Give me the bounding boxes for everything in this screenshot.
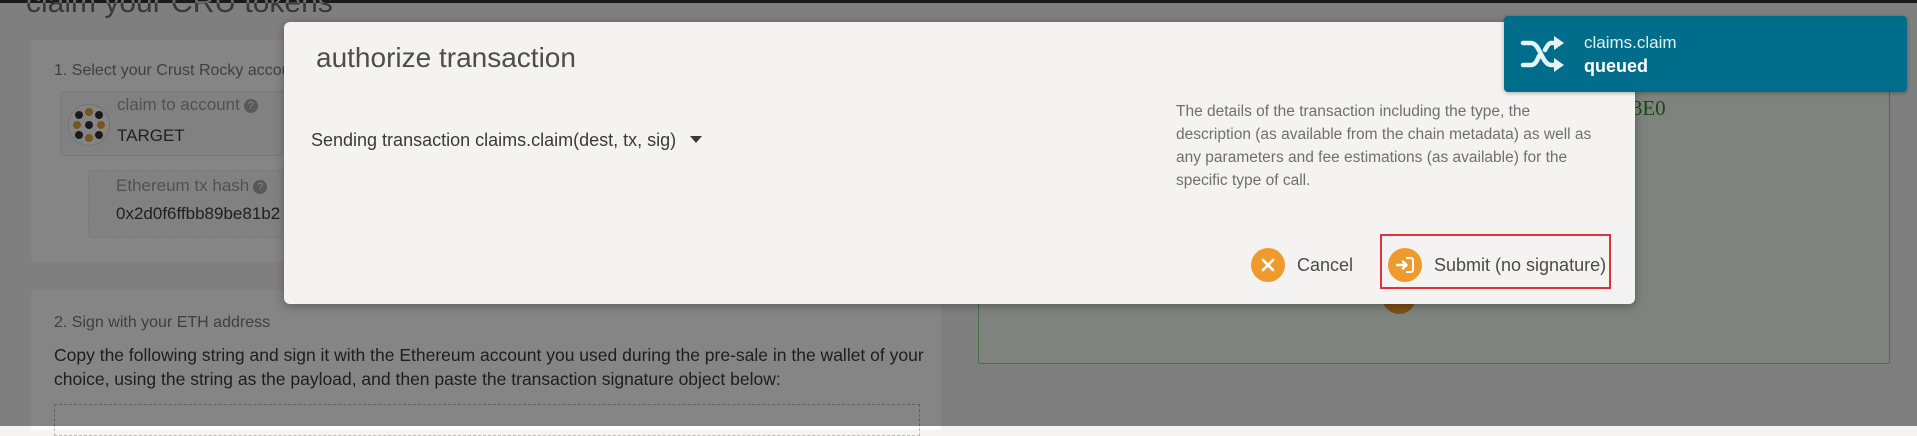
shuffle-icon <box>1520 34 1566 74</box>
submit-highlight-box <box>1380 234 1611 289</box>
modal-title: authorize transaction <box>316 42 576 73</box>
cancel-button[interactable]: Cancel <box>1251 248 1353 282</box>
caret-down-icon <box>690 136 703 143</box>
status-toast: claims.claim queued <box>1504 16 1907 92</box>
toast-status: queued <box>1584 56 1649 76</box>
close-icon <box>1251 248 1285 282</box>
transaction-summary-text: Sending transaction claims.claim(dest, t… <box>311 130 677 150</box>
transaction-help-text: The details of the transaction including… <box>1176 103 1592 189</box>
cancel-label: Cancel <box>1297 254 1354 275</box>
transaction-summary-toggle[interactable]: Sending transaction claims.claim(dest, t… <box>311 130 703 151</box>
toast-title: claims.claim <box>1584 33 1677 52</box>
